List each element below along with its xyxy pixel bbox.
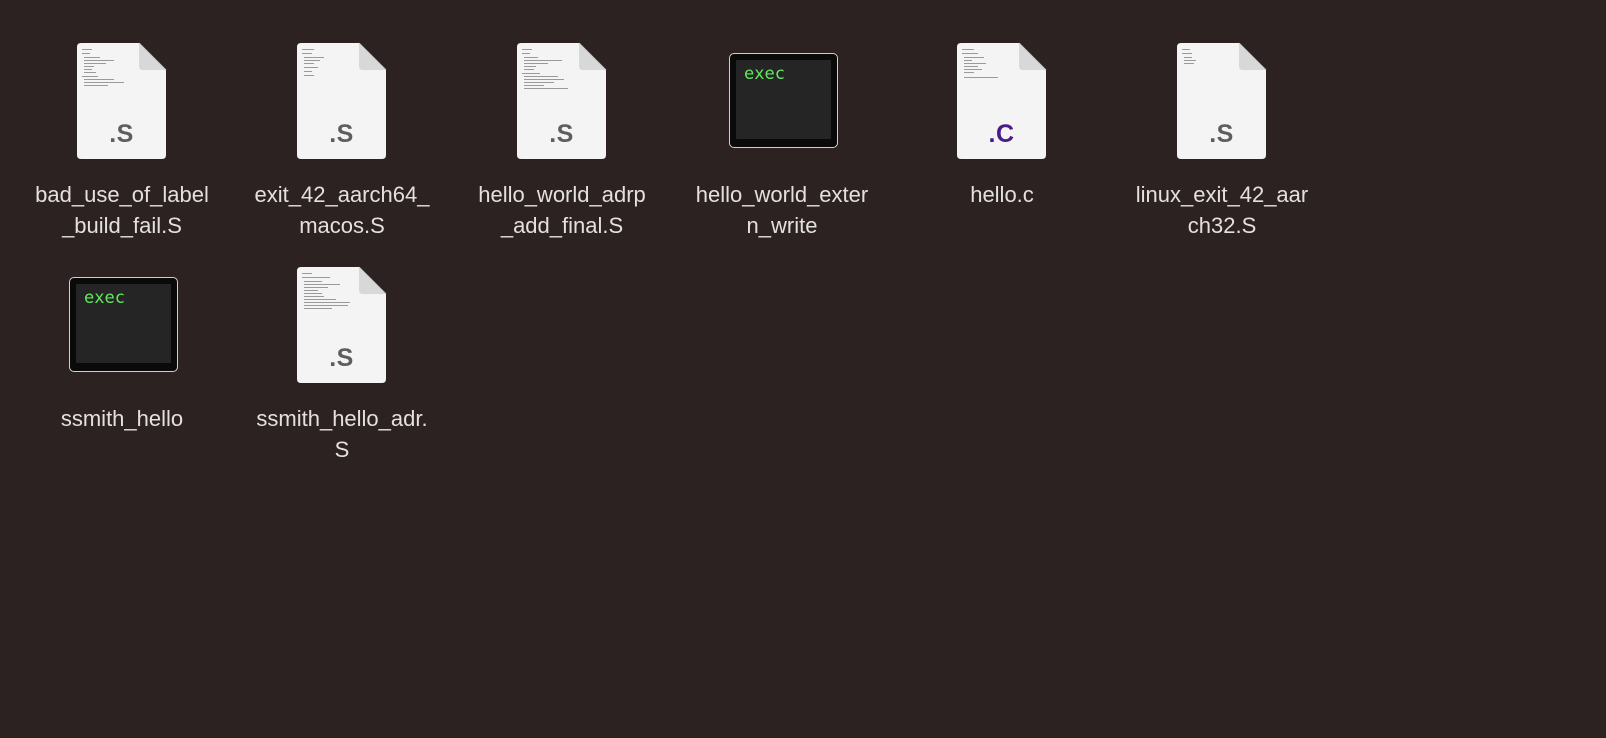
- file-item-bad-use-of-label-build-fail[interactable]: .S bad_use_of_label _build_fail.S: [12, 0, 232, 238]
- file-name-line: hello_world_adrp: [478, 182, 646, 207]
- assembly-file-icon[interactable]: .S: [296, 266, 387, 384]
- terminal-exec-icon[interactable]: exec: [69, 277, 178, 372]
- file-extension-label: .S: [329, 120, 354, 148]
- terminal-screen: exec: [76, 284, 171, 363]
- file-preview-lines: [522, 47, 574, 107]
- file-name-line: bad_use_of_label: [35, 182, 209, 207]
- file-preview-lines: [1182, 47, 1234, 107]
- file-extension-label: .C: [988, 120, 1015, 148]
- file-extension-label: .S: [329, 344, 354, 372]
- assembly-file-icon[interactable]: .S: [516, 42, 607, 160]
- exec-label: exec: [84, 288, 125, 308]
- file-name-line: S: [334, 437, 350, 462]
- terminal-screen: exec: [736, 60, 831, 139]
- file-item-ssmith-hello-adr[interactable]: .S ssmith_hello_adr. S: [232, 224, 452, 462]
- file-item-exit-42-aarch64-macos[interactable]: .S exit_42_aarch64_ macos.S: [232, 0, 452, 238]
- file-name-label[interactable]: hello.c: [892, 179, 1112, 210]
- finder-icon-view[interactable]: .S bad_use_of_label _build_fail.S .S exi…: [0, 0, 1606, 738]
- file-extension-label: .S: [1209, 120, 1234, 148]
- file-preview-lines: [82, 47, 134, 107]
- file-name-label[interactable]: hello_world_adrp _add_final.S: [452, 179, 672, 241]
- file-name-line: hello_world_exter: [695, 182, 869, 207]
- file-name-label[interactable]: linux_exit_42_aar ch32.S: [1112, 179, 1332, 241]
- file-extension-label: .S: [109, 120, 134, 148]
- file-item-hello-world-extern-write[interactable]: exec hello_world_exter n_write: [672, 0, 892, 238]
- file-name-line: hello.c: [970, 182, 1034, 207]
- file-item-hello-c[interactable]: .C hello.c: [892, 0, 1112, 210]
- assembly-file-icon[interactable]: .S: [296, 42, 387, 160]
- file-item-ssmith-hello[interactable]: exec ssmith_hello: [12, 224, 232, 434]
- terminal-exec-icon[interactable]: exec: [729, 53, 838, 148]
- file-name-label[interactable]: hello_world_exter n_write: [672, 179, 892, 241]
- file-name-line: n_write: [746, 213, 818, 238]
- file-name-line: ssmith_hello_adr.: [256, 406, 428, 431]
- file-extension-label: .S: [549, 120, 574, 148]
- c-source-file-icon[interactable]: .C: [956, 42, 1047, 160]
- file-preview-lines: [302, 47, 354, 107]
- file-preview-lines: [962, 47, 1014, 107]
- file-name-label[interactable]: ssmith_hello: [12, 403, 232, 434]
- file-name-label[interactable]: ssmith_hello_adr. S: [232, 403, 452, 465]
- exec-label: exec: [744, 64, 785, 84]
- file-name-line: linux_exit_42_aar: [1135, 182, 1309, 207]
- file-name-line: ssmith_hello: [60, 406, 184, 431]
- assembly-file-icon[interactable]: .S: [1176, 42, 1267, 160]
- file-item-linux-exit-42-aarch32[interactable]: .S linux_exit_42_aar ch32.S: [1112, 0, 1332, 238]
- file-name-line: ch32.S: [1187, 213, 1257, 238]
- file-name-line: _add_final.S: [500, 213, 624, 238]
- file-preview-lines: [302, 271, 354, 331]
- file-item-hello-world-adrp-add-final[interactable]: .S hello_world_adrp _add_final.S: [452, 0, 672, 238]
- file-name-line: exit_42_aarch64_: [254, 182, 430, 207]
- assembly-file-icon[interactable]: .S: [76, 42, 167, 160]
